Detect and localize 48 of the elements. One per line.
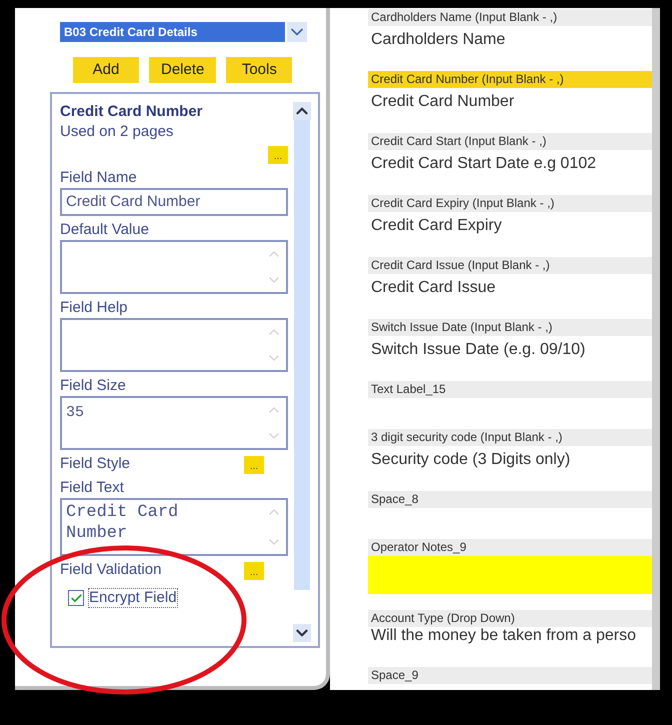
- item-header[interactable]: Text Label_15: [368, 381, 652, 398]
- field-label: Field Text: [60, 478, 125, 498]
- text-field[interactable]: Credit Card Number: [60, 188, 288, 216]
- field-label: Default Value: [60, 220, 150, 240]
- toolbar-button[interactable]: Delete: [149, 57, 216, 83]
- item-text: Security code (3 Digits only): [370, 450, 572, 470]
- checkbox[interactable]: [68, 590, 84, 606]
- usage-text: Used on 2 pages: [60, 122, 174, 142]
- dropdown-icon[interactable]: [287, 22, 307, 42]
- item-header[interactable]: Operator Notes_9: [368, 539, 652, 556]
- more-button[interactable]: ...: [244, 456, 264, 474]
- field-label: Field Name: [60, 168, 138, 188]
- item-text: Credit Card Start Date e.g 0102: [370, 154, 598, 174]
- field-label: Field Help: [60, 298, 129, 318]
- text-area[interactable]: [60, 240, 288, 294]
- field-label: Field Size: [60, 376, 127, 396]
- item-header[interactable]: Cardholders Name (Input Blank - ,): [368, 9, 652, 26]
- field-label: Field Validation: [60, 560, 162, 580]
- panel-title: Credit Card Number: [60, 102, 204, 122]
- scroll-up-icon[interactable]: [293, 102, 311, 120]
- item-text: Credit Card Issue: [370, 278, 496, 298]
- item-header[interactable]: Credit Card Expiry (Input Blank - ,): [368, 195, 652, 212]
- scroll-down-icon[interactable]: [293, 624, 311, 642]
- item-text: Cardholders Name: [370, 30, 506, 50]
- item-header[interactable]: Switch Issue Date (Input Blank - ,): [368, 319, 652, 336]
- more-button[interactable]: ...: [268, 146, 288, 164]
- more-button[interactable]: ...: [244, 562, 264, 580]
- item-header[interactable]: Account Type (Drop Down): [368, 610, 652, 627]
- check-icon: [70, 592, 82, 604]
- note-area[interactable]: [368, 556, 652, 594]
- item-header[interactable]: Space_8: [368, 491, 652, 508]
- item-header[interactable]: Credit Card Issue (Input Blank - ,): [368, 257, 652, 274]
- toolbar-button[interactable]: Add: [73, 57, 139, 83]
- item-text: Credit Card Expiry: [370, 216, 503, 236]
- text-area[interactable]: [60, 318, 288, 372]
- item-header[interactable]: Space_9: [368, 667, 652, 684]
- item-header[interactable]: 3 digit security code (Input Blank - ,): [368, 429, 652, 446]
- item-text: Switch Issue Date (e.g. 09/10): [370, 340, 586, 360]
- text-area[interactable]: Credit Card Number: [60, 498, 288, 556]
- item-text: Will the money be taken from a perso: [370, 627, 638, 645]
- page-select[interactable]: B03 Credit Card Details: [60, 22, 285, 42]
- field-label: Field Style: [60, 454, 130, 474]
- toolbar-button[interactable]: Tools: [226, 57, 292, 83]
- item-header[interactable]: Credit Card Start (Input Blank - ,): [368, 133, 652, 150]
- encrypt-checkbox[interactable]: Encrypt Field: [60, 588, 288, 608]
- item-text: Credit Card Number: [370, 92, 516, 112]
- item-header[interactable]: Credit Card Number (Input Blank - ,): [368, 71, 652, 88]
- text-area[interactable]: 35: [60, 396, 288, 450]
